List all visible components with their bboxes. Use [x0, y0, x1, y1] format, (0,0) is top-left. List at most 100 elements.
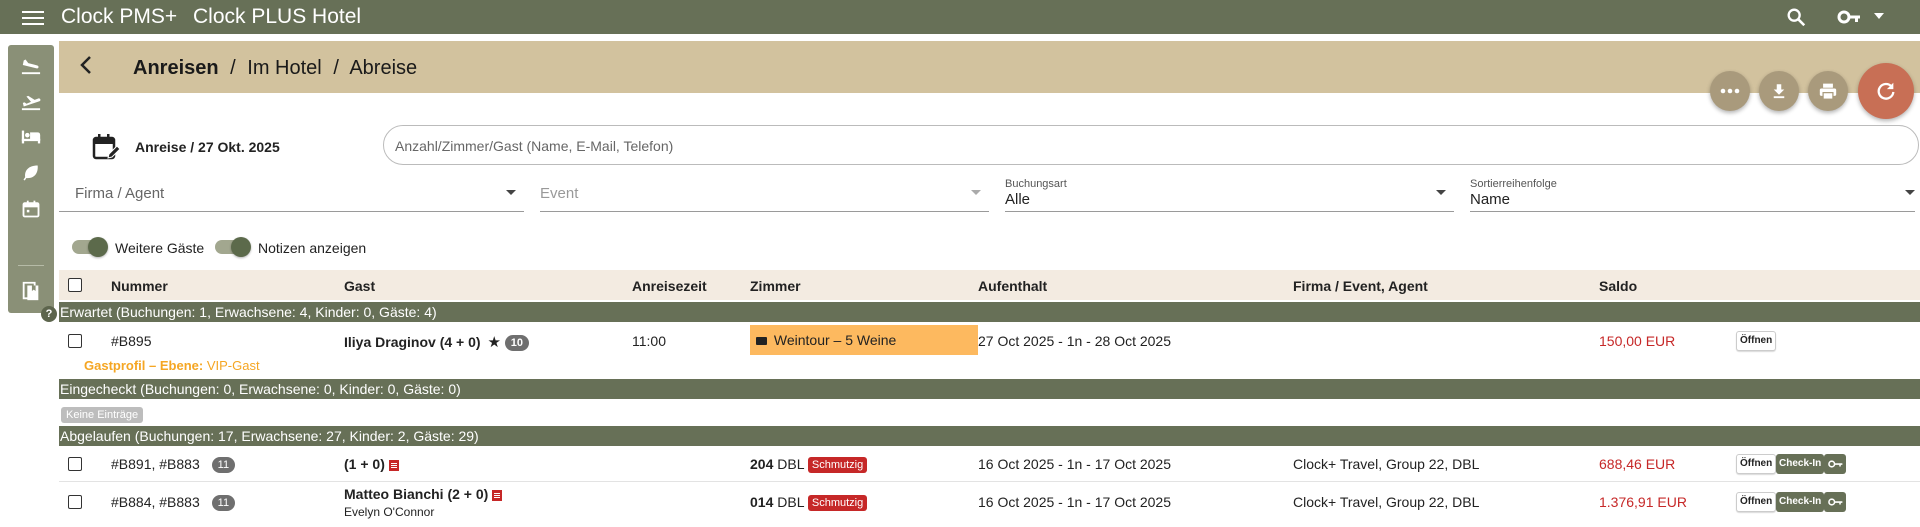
- nav-bookings[interactable]: [8, 273, 54, 309]
- row-checkbox[interactable]: [68, 457, 82, 471]
- breadcrumb-arrivals[interactable]: Anreisen: [133, 57, 219, 79]
- company-event-agent: Clock+ Travel, Group 22, DBL: [1293, 494, 1480, 510]
- company-agent-select[interactable]: Firma / Agent: [59, 178, 524, 212]
- refresh-button[interactable]: [1858, 63, 1914, 119]
- leaf-icon: [23, 165, 38, 181]
- guest-name: Iliya Draginov (4 + 0): [344, 334, 481, 350]
- booking-type-select[interactable]: Buchungsart Alle: [1005, 178, 1454, 212]
- chevron-down-icon: [506, 190, 516, 195]
- key-card-button[interactable]: [1824, 492, 1846, 512]
- nav-eco[interactable]: [8, 155, 54, 191]
- company-event-agent: Clock+ Travel, Group 22, DBL: [1293, 456, 1480, 472]
- check-in-button[interactable]: Check-In: [1776, 492, 1825, 512]
- booking-type-value: Alle: [1005, 191, 1031, 208]
- side-navigation: [8, 45, 54, 313]
- more-icon: [1720, 88, 1740, 94]
- group-count-badge: 11: [211, 495, 236, 512]
- key-icon: [1827, 460, 1842, 468]
- header-number[interactable]: Nummer: [111, 278, 168, 294]
- booking-numbers[interactable]: #B891, #B883 11: [111, 456, 236, 474]
- hotel-name[interactable]: Clock PLUS Hotel: [193, 5, 361, 29]
- flight-takeoff-icon: [21, 95, 41, 111]
- check-in-button[interactable]: Check-In: [1776, 454, 1825, 474]
- guest-name: (1 + 0): [344, 456, 385, 472]
- key-icon: [1827, 498, 1842, 506]
- more-guests-toggle[interactable]: [72, 237, 108, 257]
- open-button[interactable]: Öffnen: [1736, 331, 1777, 351]
- more-options-button[interactable]: [1710, 71, 1750, 111]
- breadcrumb-departure[interactable]: Abreise: [349, 57, 417, 79]
- booking-numbers[interactable]: #B884, #B883 11: [111, 494, 236, 512]
- guest-search-input[interactable]: Anzahl/Zimmer/Gast (Name, E-Mail, Telefo…: [383, 125, 1919, 165]
- app-name: Clock PMS+: [61, 5, 178, 28]
- arrival-time: 11:00: [632, 333, 666, 349]
- nav-calendar[interactable]: [8, 191, 54, 227]
- header-balance[interactable]: Saldo: [1599, 278, 1637, 294]
- page-header: Anreisen / Im Hotel / Abreise: [59, 41, 1920, 93]
- header-guest[interactable]: Gast: [344, 278, 375, 294]
- breadcrumb: Anreisen / Im Hotel / Abreise: [133, 57, 417, 80]
- profile-value: VIP-Gast: [206, 358, 260, 373]
- room-type: DBL: [777, 494, 804, 510]
- room-cell[interactable]: 204 DBL Schmutzig: [750, 456, 868, 474]
- booking-number-text: #B891, #B883: [111, 456, 200, 472]
- star-icon: ★: [487, 334, 501, 351]
- no-entries-badge: Keine Einträge: [61, 407, 144, 423]
- guest-cell[interactable]: Matteo Bianchi (2 + 0): [344, 486, 503, 502]
- breadcrumb-in-hotel[interactable]: Im Hotel: [247, 57, 321, 79]
- group-expected[interactable]: Erwartet (Buchungen: 1, Erwachsene: 4, K…: [59, 302, 1920, 322]
- header-arrival-time[interactable]: Anreisezeit: [632, 278, 707, 294]
- nav-departures[interactable]: [8, 83, 54, 119]
- account-menu-caret-icon[interactable]: [1874, 13, 1884, 19]
- nav-arrivals[interactable]: [8, 47, 54, 83]
- room-status-badge: Schmutzig: [807, 457, 868, 474]
- header-company[interactable]: Firma / Event, Agent: [1293, 278, 1428, 294]
- open-button[interactable]: Öffnen: [1736, 492, 1777, 512]
- event-select[interactable]: Event: [540, 178, 989, 212]
- table-row[interactable]: #B895 Iliya Draginov (4 + 0) ★ 10 11:00 …: [59, 324, 1920, 374]
- nav-rooms[interactable]: [8, 119, 54, 155]
- balance-amount: 150,00 EUR: [1599, 333, 1676, 349]
- search-icon[interactable]: [1785, 6, 1807, 28]
- table-row[interactable]: #B884, #B883 11 Matteo Bianchi (2 + 0) E…: [59, 482, 1920, 527]
- open-button[interactable]: Öffnen: [1736, 454, 1777, 474]
- event-chip[interactable]: Weintour – 5 Weine: [750, 325, 978, 355]
- room-status-badge: Schmutzig: [807, 495, 868, 512]
- group-checked-in[interactable]: Eingecheckt (Buchungen: 0, Erwachsene: 0…: [59, 379, 1920, 399]
- booking-number[interactable]: #B895: [111, 333, 151, 349]
- balance-amount: 688,46 EUR: [1599, 456, 1676, 472]
- calendar-icon: [22, 200, 40, 218]
- key-icon[interactable]: [1837, 8, 1861, 26]
- sort-order-select[interactable]: Sortierreihenfolge Name: [1470, 178, 1915, 212]
- select-all-checkbox[interactable]: [68, 278, 82, 292]
- download-icon: [1773, 84, 1785, 99]
- download-button[interactable]: [1759, 71, 1799, 111]
- header-stay[interactable]: Aufenthalt: [978, 278, 1047, 294]
- show-notes-toggle[interactable]: [215, 237, 251, 257]
- book-icon: [22, 281, 39, 301]
- row-checkbox[interactable]: [68, 495, 82, 509]
- chevron-down-icon: [971, 190, 981, 195]
- row-checkbox[interactable]: [68, 334, 82, 348]
- room-cell[interactable]: 014 DBL Schmutzig: [750, 494, 868, 512]
- header-room[interactable]: Zimmer: [750, 278, 801, 294]
- help-icon[interactable]: ?: [41, 306, 57, 322]
- toggle-knob: [88, 237, 108, 257]
- back-arrow-icon[interactable]: [77, 55, 97, 75]
- group-expired[interactable]: Abgelaufen (Buchungen: 17, Erwachsene: 2…: [59, 426, 1920, 446]
- print-button[interactable]: [1808, 71, 1848, 111]
- stay-dates: 16 Oct 2025 - 1n - 17 Oct 2025: [978, 456, 1172, 472]
- ticket-icon: [756, 337, 767, 346]
- stay-dates: 27 Oct 2025 - 1n - 28 Oct 2025: [978, 333, 1172, 349]
- menu-icon[interactable]: [22, 7, 44, 27]
- guest-cell[interactable]: Iliya Draginov (4 + 0) ★ 10: [344, 333, 530, 352]
- top-app-bar: Clock PMS+ Clock PLUS Hotel: [0, 0, 1920, 34]
- key-card-button[interactable]: [1824, 454, 1846, 474]
- print-icon: [1819, 83, 1837, 100]
- room-number: 204: [750, 456, 774, 472]
- calendar-edit-icon[interactable]: [92, 132, 122, 162]
- guest-profile-level: Gastprofil – Ebene: VIP-Gast: [84, 358, 260, 373]
- table-row[interactable]: #B891, #B883 11 (1 + 0) 204 DBL Schmutzi…: [59, 448, 1920, 481]
- additional-guest: Evelyn O'Connor: [344, 505, 435, 519]
- guest-cell[interactable]: (1 + 0): [344, 456, 399, 472]
